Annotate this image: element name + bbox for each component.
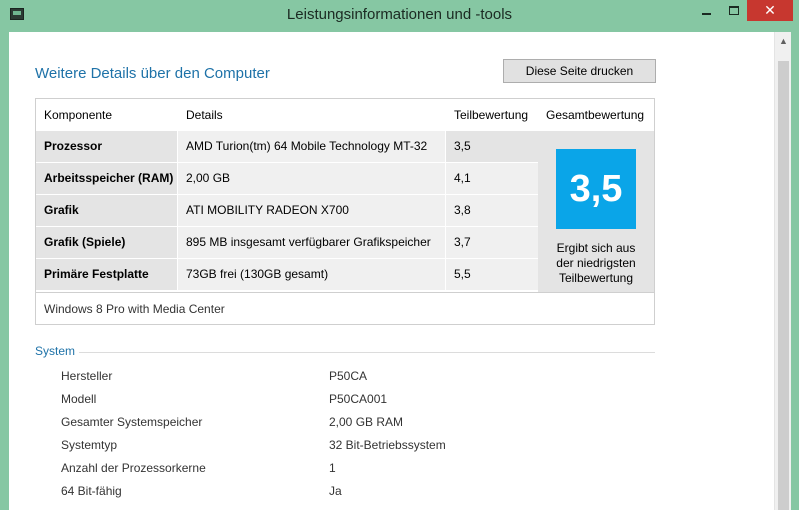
component-cell: Primäre Festplatte bbox=[36, 259, 177, 290]
property-label: Gesamter Systemspeicher bbox=[61, 415, 203, 429]
overall-score-panel: 3,5 Ergibt sich aus der niedrigsten Teil… bbox=[538, 131, 654, 292]
property-value: Ja bbox=[329, 484, 342, 498]
close-icon: ✕ bbox=[764, 2, 776, 18]
property-label: Hersteller bbox=[61, 369, 113, 383]
table-row: Grafik (Spiele) 895 MB insgesamt verfügb… bbox=[36, 227, 538, 259]
minimize-icon bbox=[701, 12, 711, 15]
property-value: 1 bbox=[329, 461, 336, 475]
scroll-up-button[interactable]: ▲ bbox=[775, 32, 792, 49]
details-cell: 73GB frei (130GB gesamt) bbox=[178, 259, 445, 290]
details-cell: AMD Turion(tm) 64 Mobile Technology MT-3… bbox=[178, 131, 445, 162]
property-value: 32 Bit-Betriebssystem bbox=[329, 438, 446, 452]
component-cell: Arbeitsspeicher (RAM) bbox=[36, 163, 177, 194]
system-section-title: System bbox=[35, 344, 76, 358]
overall-score-tile: 3,5 bbox=[556, 149, 636, 229]
property-row: 64 Bit-fähig Ja bbox=[61, 484, 661, 504]
table-row: Grafik ATI MOBILITY RADEON X700 3,8 bbox=[36, 195, 538, 227]
property-label: Systemtyp bbox=[61, 438, 118, 452]
overall-note-line: der niedrigsten bbox=[556, 256, 636, 270]
subscore-cell: 4,1 bbox=[446, 163, 538, 194]
section-divider bbox=[79, 352, 655, 353]
property-row: Modell P50CA001 bbox=[61, 392, 661, 412]
property-row: Gesamter Systemspeicher 2,00 GB RAM bbox=[61, 415, 661, 435]
app-window: Leistungsinformationen und -tools ✕ Weit… bbox=[0, 0, 799, 510]
maximize-button[interactable] bbox=[721, 0, 747, 21]
vertical-scrollbar[interactable]: ▲ bbox=[774, 32, 791, 510]
details-cell: ATI MOBILITY RADEON X700 bbox=[178, 195, 445, 226]
component-cell: Prozessor bbox=[36, 131, 177, 162]
column-header-component: Komponente bbox=[44, 108, 113, 122]
property-label: 64 Bit-fähig bbox=[61, 484, 122, 498]
property-value: P50CA bbox=[329, 369, 368, 383]
overall-note-line: Teilbewertung bbox=[558, 271, 634, 285]
print-page-button[interactable]: Diese Seite drucken bbox=[503, 59, 656, 83]
subscore-cell: 5,5 bbox=[446, 259, 538, 290]
details-cell: 2,00 GB bbox=[178, 163, 445, 194]
property-value: 2,00 GB RAM bbox=[329, 415, 404, 429]
property-label: Modell bbox=[61, 392, 97, 406]
component-cell: Grafik bbox=[36, 195, 177, 226]
overall-score-note: Ergibt sich aus der niedrigsten Teilbewe… bbox=[538, 241, 654, 286]
title-bar[interactable]: Leistungsinformationen und -tools ✕ bbox=[0, 0, 799, 32]
property-value: P50CA001 bbox=[329, 392, 388, 406]
component-cell: Grafik (Spiele) bbox=[36, 227, 177, 258]
overall-note-line: Ergibt sich aus bbox=[556, 241, 636, 255]
table-row: Arbeitsspeicher (RAM) 2,00 GB 4,1 bbox=[36, 163, 538, 195]
table-row: Primäre Festplatte 73GB frei (130GB gesa… bbox=[36, 259, 538, 291]
minimize-button[interactable] bbox=[691, 0, 721, 21]
close-button[interactable]: ✕ bbox=[747, 0, 793, 21]
details-cell: 895 MB insgesamt verfügbarer Grafikspeic… bbox=[178, 227, 445, 258]
property-row: Systemtyp 32 Bit-Betriebssystem bbox=[61, 438, 661, 458]
chevron-up-icon: ▲ bbox=[779, 35, 788, 46]
content-area: Weitere Details über den Computer Diese … bbox=[9, 32, 791, 510]
page-title: Weitere Details über den Computer bbox=[35, 65, 270, 82]
score-table: Komponente Details Teilbewertung Gesamtb… bbox=[35, 98, 655, 325]
maximize-icon bbox=[729, 6, 739, 15]
subscore-cell: 3,8 bbox=[446, 195, 538, 226]
property-label: Anzahl der Prozessorkerne bbox=[61, 461, 206, 475]
window-title: Leistungsinformationen und -tools bbox=[286, 6, 513, 23]
property-row: Hersteller P50CA bbox=[61, 369, 661, 389]
column-header-details: Details bbox=[186, 108, 223, 122]
table-row: Prozessor AMD Turion(tm) 64 Mobile Techn… bbox=[36, 131, 538, 163]
scrollbar-thumb[interactable] bbox=[778, 61, 789, 510]
subscore-cell: 3,7 bbox=[446, 227, 538, 258]
column-header-overall: Gesamtbewertung bbox=[546, 108, 645, 122]
property-row: Anzahl der Prozessorkerne 1 bbox=[61, 461, 661, 481]
subscore-cell: 3,5 bbox=[446, 131, 538, 162]
windows-edition: Windows 8 Pro with Media Center bbox=[36, 292, 654, 324]
column-header-subscore: Teilbewertung bbox=[454, 108, 529, 122]
